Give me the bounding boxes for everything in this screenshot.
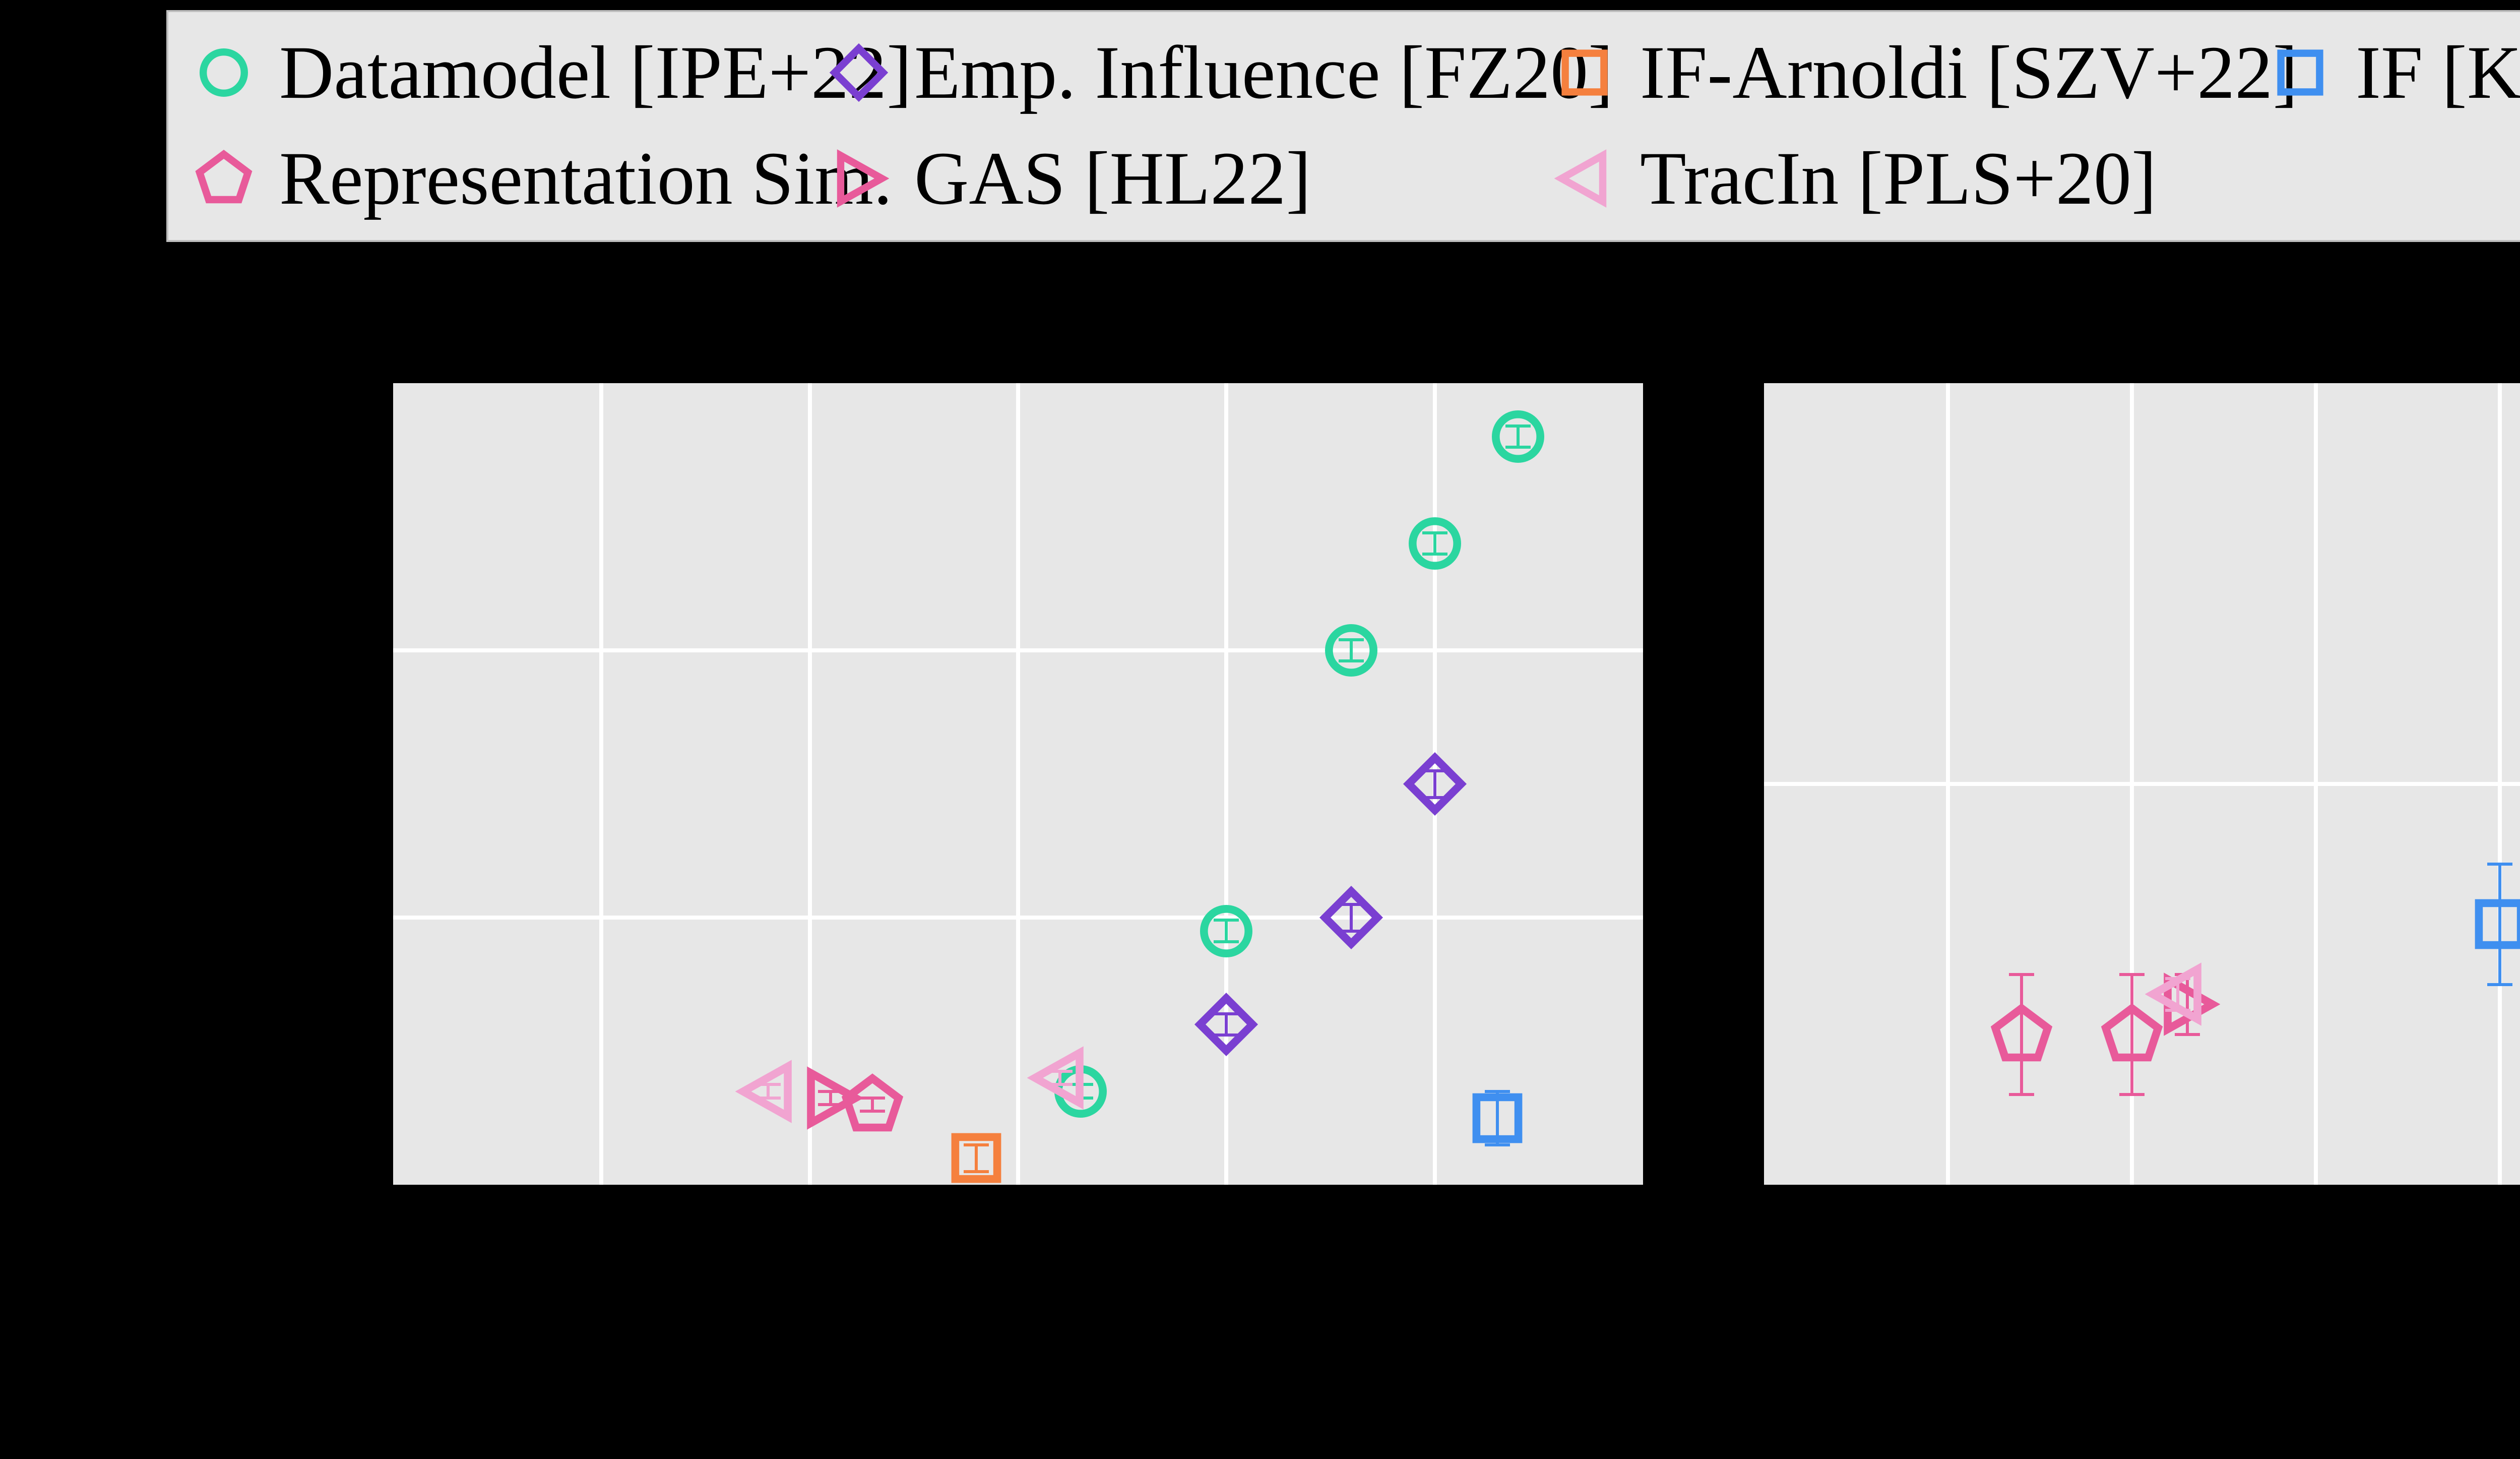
data-point-datamodel <box>1402 511 1468 576</box>
hgridline <box>1764 782 2520 786</box>
legend-item-datamodel: Datamodel [IPE+22] <box>188 22 912 123</box>
legend-label: TracIn [PLS+20] <box>1640 135 2157 222</box>
legend-item-if: IF [KL17] <box>2265 22 2520 123</box>
tracin-marker-icon <box>1549 143 1620 214</box>
data-point-if <box>2467 891 2520 957</box>
legend-label: Emp. Influence [FZ20] <box>914 29 1613 116</box>
datamodel-marker-icon <box>188 37 259 108</box>
data-point-gas <box>798 1065 863 1131</box>
legend-label: GAS [HL22] <box>914 135 1311 222</box>
vgridline <box>1224 383 1228 1185</box>
legend-label: IF-Arnoldi [SZV+22] <box>1640 29 2298 116</box>
data-point-empinf <box>1318 885 1384 950</box>
data-point-empinf <box>1193 992 1259 1057</box>
legend-label: Datamodel [IPE+22] <box>279 29 912 116</box>
error-cap <box>2119 1093 2145 1096</box>
error-cap <box>2487 983 2512 986</box>
data-point-datamodel <box>1318 618 1384 683</box>
data-point-repsim <box>1989 1002 2054 1067</box>
error-cap <box>2487 863 2512 866</box>
legend-item-tracin: TracIn [PLS+20] <box>1549 128 2157 229</box>
error-cap <box>2009 1093 2034 1096</box>
error-cap <box>2009 973 2034 976</box>
data-point-tracin <box>1027 1045 1093 1111</box>
legend-label: IF [KL17] <box>2356 29 2520 116</box>
vgridline <box>808 383 812 1185</box>
data-point-datamodel <box>1193 898 1259 964</box>
stage: Datamodel [IPE+22] Emp. Influence [FZ20]… <box>0 0 2520 1459</box>
if-marker-icon <box>2265 37 2336 108</box>
data-point-tracin <box>735 1059 801 1124</box>
error-cap <box>2119 973 2145 976</box>
empinf-marker-icon <box>824 37 894 108</box>
legend-item-ifarnoldi: IF-Arnoldi [SZV+22] <box>1549 22 2298 123</box>
data-point-empinf <box>1402 751 1468 817</box>
legend-item-gas: GAS [HL22] <box>824 128 1311 229</box>
repsim-marker-icon <box>188 143 259 214</box>
plot-cifar10 <box>393 383 1643 1185</box>
vgridline <box>599 383 603 1185</box>
data-point-if <box>1465 1085 1530 1151</box>
hgridline <box>393 648 1643 652</box>
legend: Datamodel [IPE+22] Emp. Influence [FZ20]… <box>166 10 2520 242</box>
ifarnoldi-marker-icon <box>1549 37 1620 108</box>
vgridline <box>1016 383 1020 1185</box>
legend-item-repsim: Representation Sim. <box>188 128 892 229</box>
legend-item-empinf: Emp. Influence [FZ20] <box>824 22 1613 123</box>
data-point-datamodel <box>1485 404 1551 469</box>
plot-imagenet <box>1764 383 2520 1185</box>
data-point-tracin <box>2145 961 2211 1027</box>
legend-label: Representation Sim. <box>279 135 892 222</box>
gas-marker-icon <box>824 143 894 214</box>
hgridline <box>393 916 1643 920</box>
data-point-ifarnoldi <box>943 1125 1009 1191</box>
